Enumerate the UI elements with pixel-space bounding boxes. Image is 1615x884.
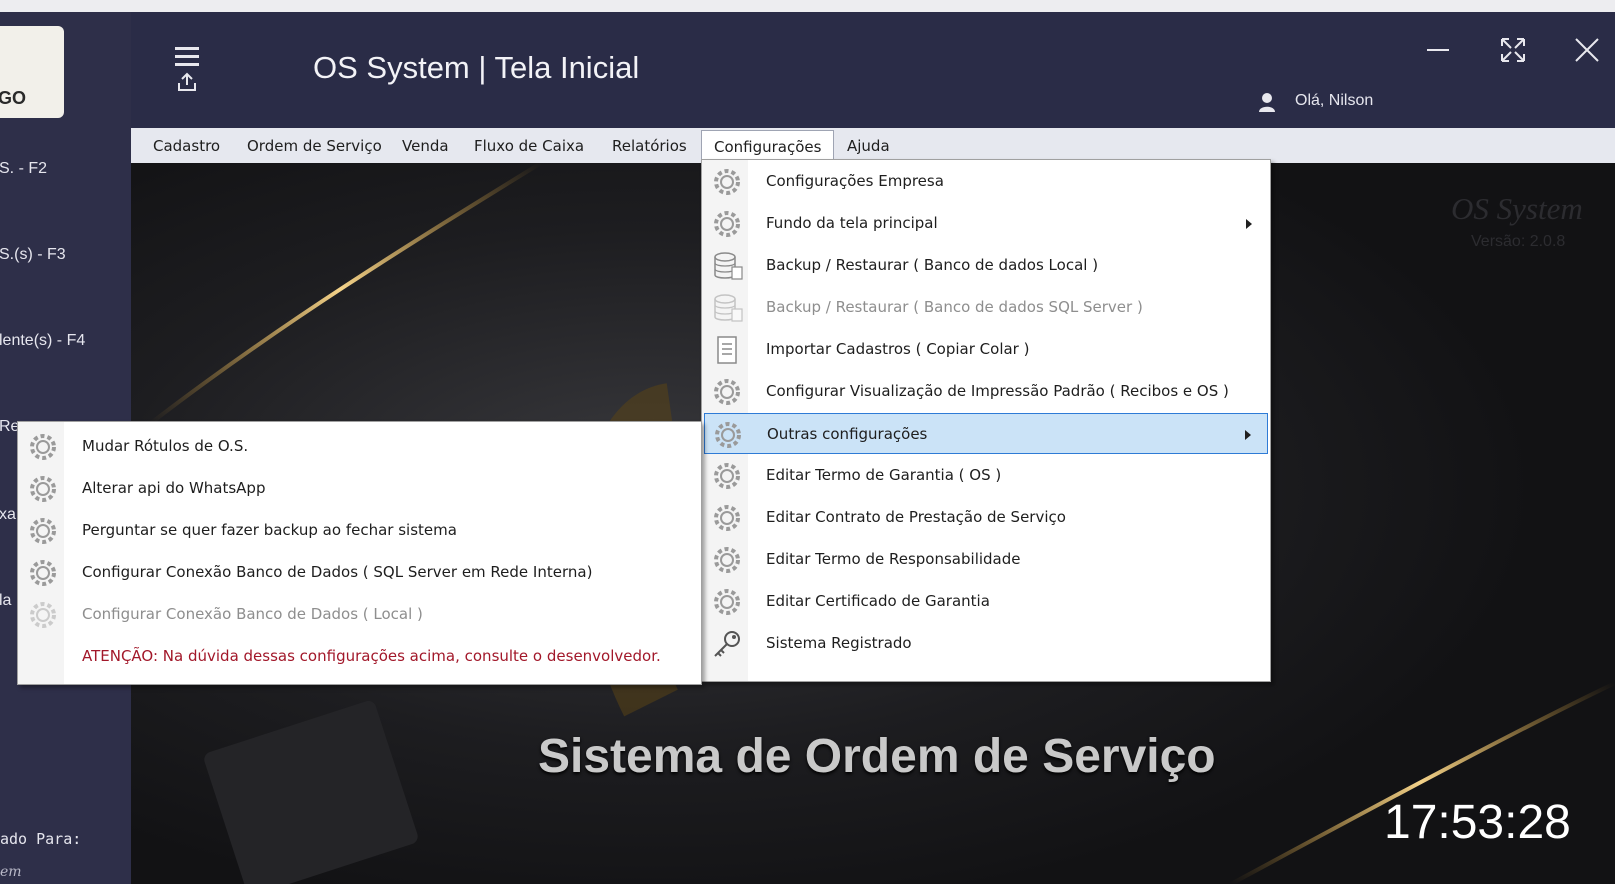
menu-item-fundo-tela[interactable]: Fundo da tela principal	[704, 203, 1268, 244]
submenu-item-conexao-local[interactable]: Configurar Conexão Banco de Dados ( Loca…	[20, 594, 699, 635]
version-label: Versão: 2.0.8	[1471, 233, 1566, 250]
upload-icon	[178, 72, 196, 91]
menu-item-backup-sql[interactable]: Backup / Restaurar ( Banco de dados SQL …	[704, 287, 1268, 328]
sidebar-item-nova-os[interactable]: S. - F2	[0, 160, 47, 178]
menu-item-label: Editar Termo de Responsabilidade	[766, 550, 1021, 568]
menu-item-importar-cadastros[interactable]: Importar Cadastros ( Copiar Colar )	[704, 329, 1268, 370]
menu-ordem-de-servico[interactable]: Ordem de Serviço	[235, 128, 394, 163]
menu-item-label: Alterar api do WhatsApp	[82, 479, 266, 497]
top-strip	[0, 0, 1615, 12]
gear-icon	[714, 169, 740, 195]
gear-icon	[30, 518, 56, 544]
submenu-arrow-icon	[1246, 219, 1252, 229]
menu-item-configuracoes-empresa[interactable]: Configurações Empresa	[704, 161, 1268, 202]
close-icon	[1575, 38, 1599, 62]
menu-item-certificado-garantia[interactable]: Editar Certificado de Garantia	[704, 581, 1268, 622]
menu-item-label: Fundo da tela principal	[766, 214, 938, 232]
menu-cadastro[interactable]: Cadastro	[141, 128, 232, 163]
gear-icon	[714, 589, 740, 615]
gear-icon	[30, 602, 56, 628]
menu-bar: Cadastro Ordem de Serviço Venda Fluxo de…	[131, 128, 1615, 163]
menu-item-termo-garantia[interactable]: Editar Termo de Garantia ( OS )	[704, 455, 1268, 496]
submenu-warning-note: ATENÇÃO: Na dúvida dessas configurações …	[20, 636, 699, 677]
sidebar-item-clientes[interactable]: lente(s) - F4	[0, 332, 85, 350]
menu-item-contrato-prestacao[interactable]: Editar Contrato de Prestação de Serviço	[704, 497, 1268, 538]
clock: 17:53:28	[1384, 796, 1571, 849]
menu-item-label: Sistema Registrado	[766, 634, 912, 652]
menu-item-label: Importar Cadastros ( Copiar Colar )	[766, 340, 1030, 358]
user-greeting: Olá, Nilson	[1295, 92, 1374, 109]
minimize-button[interactable]	[1418, 30, 1458, 70]
maximize-button[interactable]	[1493, 30, 1533, 70]
menu-item-label: Editar Contrato de Prestação de Serviço	[766, 508, 1066, 526]
menu-item-label: Outras configurações	[767, 425, 928, 443]
database-icon	[714, 294, 743, 322]
logo-text: GO	[0, 88, 27, 108]
app-header: OS System | Tela Inicial Olá, Nilson	[131, 12, 1615, 128]
sidebar-item-fragment[interactable]: la	[0, 592, 11, 610]
menu-item-label: Backup / Restaurar ( Banco de dados SQL …	[766, 298, 1143, 316]
menu-item-label: Configurar Visualização de Impressão Pad…	[766, 382, 1229, 400]
warning-text: ATENÇÃO: Na dúvida dessas configurações …	[82, 647, 661, 665]
menu-toggle-button[interactable]	[173, 47, 201, 97]
menu-venda[interactable]: Venda	[390, 128, 461, 163]
menu-item-label: Backup / Restaurar ( Banco de dados Loca…	[766, 256, 1099, 274]
registered-to-value: em	[0, 864, 22, 880]
submenu-item-mudar-rotulos[interactable]: Mudar Rótulos de O.S.	[20, 426, 699, 467]
main-title: Sistema de Ordem de Serviço	[538, 730, 1216, 783]
menu-fluxo-de-caixa[interactable]: Fluxo de Caixa	[462, 128, 596, 163]
registered-to-label: ado Para:	[0, 830, 82, 848]
menu-item-sistema-registrado[interactable]: Sistema Registrado	[704, 623, 1268, 664]
gear-icon	[715, 422, 741, 448]
sidebar-item-fragment[interactable]: xa	[0, 506, 16, 524]
submenu-item-api-whatsapp[interactable]: Alterar api do WhatsApp	[20, 468, 699, 509]
configuracoes-dropdown: Configurações Empresa Fundo da tela prin…	[701, 159, 1271, 682]
gear-icon	[714, 505, 740, 531]
gear-icon	[30, 434, 56, 460]
gear-icon	[30, 560, 56, 586]
submenu-arrow-icon	[1245, 430, 1251, 440]
database-icon	[714, 252, 743, 280]
sidebar-item-consultar-os[interactable]: S.(s) - F3	[0, 246, 66, 264]
menu-item-label: Configurar Conexão Banco de Dados ( Loca…	[82, 605, 423, 623]
menu-item-configurar-impressao[interactable]: Configurar Visualização de Impressão Pad…	[704, 371, 1268, 412]
document-icon	[717, 336, 737, 364]
window-title: OS System | Tela Inicial	[313, 50, 640, 85]
minimize-icon	[1427, 49, 1449, 51]
gear-icon	[714, 547, 740, 573]
menu-relatorios[interactable]: Relatórios	[600, 128, 699, 163]
menu-item-termo-responsabilidade[interactable]: Editar Termo de Responsabilidade	[704, 539, 1268, 580]
menu-ajuda[interactable]: Ajuda	[835, 128, 902, 163]
submenu-item-conexao-sql[interactable]: Configurar Conexão Banco de Dados ( SQL …	[20, 552, 699, 593]
user-icon	[1259, 93, 1275, 112]
menu-item-outras-configuracoes[interactable]: Outras configurações	[704, 413, 1268, 454]
menu-item-label: Editar Termo de Garantia ( OS )	[766, 466, 1002, 484]
menu-item-backup-local[interactable]: Backup / Restaurar ( Banco de dados Loca…	[704, 245, 1268, 286]
menu-item-label: Configurar Conexão Banco de Dados ( SQL …	[82, 563, 593, 581]
gear-icon	[714, 379, 740, 405]
outras-configuracoes-submenu: Mudar Rótulos de O.S. Alterar api do Wha…	[17, 421, 702, 685]
gear-icon	[714, 211, 740, 237]
expand-icon	[1501, 38, 1525, 62]
menu-item-label: Perguntar se quer fazer backup ao fechar…	[82, 521, 457, 539]
key-icon	[714, 631, 740, 657]
close-button[interactable]	[1567, 30, 1607, 70]
gear-icon	[30, 476, 56, 502]
submenu-item-backup-ao-fechar[interactable]: Perguntar se quer fazer backup ao fechar…	[20, 510, 699, 551]
company-logo: GO	[0, 26, 64, 118]
brand-watermark: OS System	[1451, 191, 1583, 226]
menu-item-label: Editar Certificado de Garantia	[766, 592, 990, 610]
gear-icon	[714, 463, 740, 489]
menu-item-label: Mudar Rótulos de O.S.	[82, 437, 249, 455]
menu-item-label: Configurações Empresa	[766, 172, 944, 190]
